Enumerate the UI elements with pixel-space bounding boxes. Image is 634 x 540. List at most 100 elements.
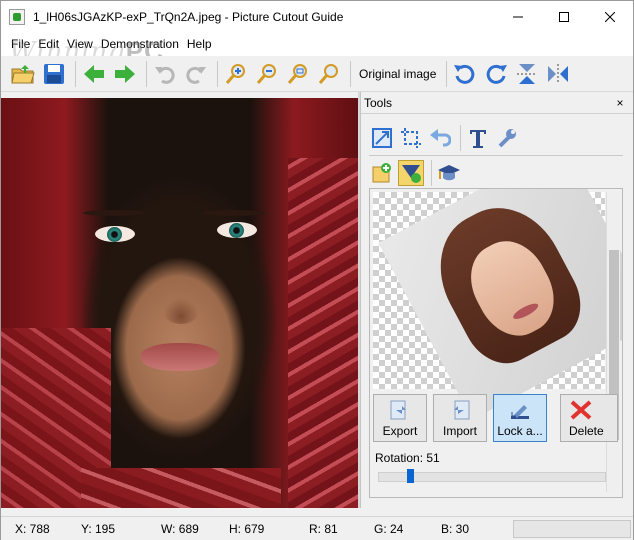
menu-edit[interactable]: Edit [34, 32, 63, 56]
lock-aspect-button[interactable]: Lock a... [493, 394, 547, 442]
tools-panel: Tools × Export Import Lock a... Delete R… [360, 92, 633, 508]
zoom-out-button[interactable] [253, 60, 281, 88]
rotate-right-icon [487, 64, 508, 84]
rotate-left-icon [454, 64, 475, 84]
resize-icon [372, 128, 392, 148]
import-label: Import [442, 424, 477, 438]
redo-button[interactable] [182, 60, 210, 88]
zoom-in-button[interactable] [222, 60, 250, 88]
tools-close-button[interactable]: × [613, 96, 627, 110]
save-icon [44, 63, 64, 84]
undo-button[interactable] [151, 60, 179, 88]
photo-brow-left [83, 210, 145, 216]
import-button[interactable]: Import [433, 394, 487, 442]
photo-scarf-right [288, 158, 358, 508]
forward-arrow-icon [115, 64, 135, 83]
delete-label: Delete [569, 424, 604, 438]
status-h: H: 679 [229, 522, 265, 536]
import-icon [454, 400, 470, 420]
rotation-slider-thumb[interactable] [406, 469, 414, 483]
photo-scarf-bottom [81, 468, 281, 508]
open-button[interactable] [9, 60, 37, 88]
save-button[interactable] [40, 60, 68, 88]
tools-header: Tools × [361, 92, 633, 114]
rotation-label: Rotation: 51 [375, 451, 440, 465]
photo-nose [163, 298, 199, 324]
wrench-icon [498, 129, 516, 148]
toolbar-separator [75, 60, 76, 87]
photo-brow-right [203, 210, 265, 216]
delete-button[interactable]: Delete [560, 394, 618, 442]
status-w: W: 689 [161, 522, 199, 536]
zoom-actual-icon [318, 63, 338, 84]
close-icon [605, 11, 615, 22]
tools-row-1 [369, 124, 523, 152]
rotated-cutout-photo[interactable] [378, 189, 622, 420]
resize-tool-button[interactable] [369, 125, 395, 151]
app-icon [9, 8, 25, 25]
image-canvas[interactable] [1, 98, 358, 508]
zoom-fit-button[interactable] [284, 60, 312, 88]
tools-separator [431, 160, 432, 186]
layer-tool-button[interactable] [398, 160, 424, 186]
original-image-button[interactable]: Original image [359, 67, 436, 81]
zoom-out-icon [256, 63, 276, 84]
learn-button[interactable] [436, 160, 462, 186]
app-window: 1_lH06sJGAzKP-exP_TrQn2A.jpeg - Picture … [0, 0, 634, 540]
text-tool-button[interactable] [465, 125, 491, 151]
rotate-left-button[interactable] [451, 60, 479, 88]
export-button[interactable]: Export [373, 394, 427, 442]
zoom-actual-button[interactable] [315, 60, 343, 88]
settings-tool-button[interactable] [494, 125, 520, 151]
lock-aspect-icon [511, 405, 529, 419]
tools-row-2 [369, 159, 465, 187]
open-icon [11, 64, 35, 83]
status-b: B: 30 [441, 522, 470, 536]
tools-separator [460, 125, 461, 151]
back-arrow-icon [84, 64, 104, 83]
photo-eye-left [95, 226, 135, 242]
toolbar-separator [350, 60, 351, 87]
toolbar-separator [217, 60, 218, 87]
status-g: G: 24 [374, 522, 404, 536]
menu-view[interactable]: View [63, 32, 97, 56]
crop-icon [401, 128, 421, 148]
menu-file[interactable]: File [7, 32, 34, 56]
flip-vertical-button[interactable] [513, 60, 541, 88]
add-layer-button[interactable] [369, 160, 395, 186]
undo-icon [155, 66, 175, 84]
rotate-right-button[interactable] [482, 60, 510, 88]
photo-lips [141, 343, 219, 371]
crop-tool-button[interactable] [398, 125, 424, 151]
tools-divider [369, 155, 623, 156]
layer-down-icon [402, 165, 421, 183]
zoom-in-icon [225, 63, 245, 84]
status-y: Y: 195 [81, 522, 116, 536]
export-icon [390, 400, 406, 420]
cutout-preview-panel: Export Import Lock a... Delete Rotation:… [369, 188, 623, 498]
title-bar: 1_lH06sJGAzKP-exP_TrQn2A.jpeg - Picture … [1, 1, 633, 32]
tools-title: Tools [364, 95, 393, 110]
main-toolbar: Original image [1, 56, 633, 92]
menu-help[interactable]: Help [183, 32, 216, 56]
close-button[interactable] [587, 1, 633, 32]
minimize-button[interactable] [495, 1, 541, 32]
undo-tool-button[interactable] [427, 125, 453, 151]
redo-icon [186, 66, 206, 84]
zoom-fit-icon [287, 63, 307, 84]
maximize-button[interactable] [541, 1, 587, 32]
undo-arrow-icon [430, 129, 451, 147]
maximize-icon [559, 11, 569, 22]
preview-scrollbar[interactable] [606, 192, 620, 492]
status-x: X: 788 [15, 522, 50, 536]
text-icon [470, 130, 486, 148]
export-label: Export [382, 424, 418, 438]
back-button[interactable] [80, 60, 108, 88]
flip-horizontal-button[interactable] [544, 60, 572, 88]
minimize-icon [513, 16, 523, 17]
flip-vertical-icon [517, 63, 538, 84]
forward-button[interactable] [111, 60, 139, 88]
menu-demonstration[interactable]: Demonstration [97, 32, 183, 56]
status-bar: X: 788 Y: 195 W: 689 H: 679 R: 81 G: 24 … [1, 516, 633, 540]
toolbar-separator [446, 60, 448, 87]
